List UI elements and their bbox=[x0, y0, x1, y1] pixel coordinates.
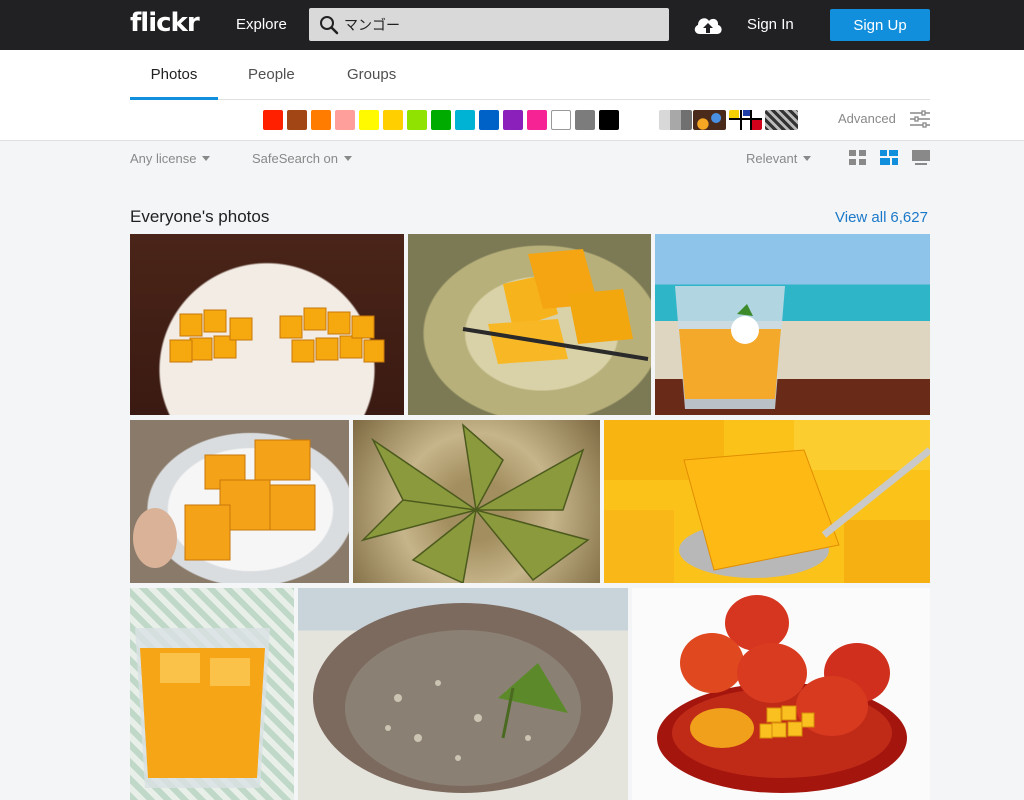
mango-cubes-icon bbox=[169, 307, 385, 363]
chevron-down-icon bbox=[344, 156, 353, 161]
color-swatch[interactable] bbox=[335, 110, 355, 130]
advanced-settings-icon[interactable] bbox=[910, 110, 930, 128]
view-all-link[interactable]: View all 6,627 bbox=[831, 209, 928, 226]
mangoes-icon bbox=[657, 595, 907, 793]
photo-mango-hand-plate[interactable] bbox=[130, 420, 349, 583]
explore-link[interactable]: Explore bbox=[236, 16, 287, 33]
photo-mango-pudding-beach[interactable] bbox=[655, 234, 930, 415]
mango-spoon-icon bbox=[604, 420, 930, 583]
color-swatch[interactable] bbox=[479, 110, 499, 130]
safesearch-dropdown[interactable]: SafeSearch on bbox=[252, 151, 353, 166]
mango-pieces-icon bbox=[133, 439, 316, 568]
photo-mango-leaves[interactable] bbox=[353, 420, 600, 583]
color-swatch[interactable] bbox=[455, 110, 475, 130]
style-black-white[interactable] bbox=[659, 110, 692, 130]
tab-photos[interactable]: Photos bbox=[130, 50, 218, 100]
leaves-icon bbox=[360, 423, 590, 583]
photo-mango-seedling[interactable] bbox=[298, 588, 628, 800]
color-swatch[interactable] bbox=[431, 110, 451, 130]
pudding-glass-icon bbox=[675, 286, 785, 409]
upload-cloud-icon[interactable] bbox=[692, 12, 724, 38]
sign-up-button[interactable]: Sign Up bbox=[830, 9, 930, 41]
color-swatch[interactable] bbox=[359, 110, 379, 130]
style-minimalist[interactable] bbox=[729, 110, 762, 130]
search-tabs: Photos People Groups bbox=[130, 50, 930, 100]
search-box[interactable] bbox=[309, 8, 669, 41]
justified-view-icon[interactable] bbox=[880, 150, 898, 166]
search-input[interactable] bbox=[344, 8, 664, 41]
mango-drink-glass-icon bbox=[135, 628, 270, 788]
sort-label: Relevant bbox=[746, 151, 798, 166]
license-dropdown[interactable]: Any license bbox=[130, 151, 211, 166]
style-shallow-depth[interactable] bbox=[693, 110, 726, 130]
color-swatch[interactable] bbox=[407, 110, 427, 130]
flickr-logo[interactable]: flickr bbox=[130, 8, 200, 38]
photo-mango-plate[interactable] bbox=[130, 234, 404, 415]
chevron-down-icon bbox=[803, 156, 812, 161]
color-swatch[interactable] bbox=[263, 110, 283, 130]
section-title: Everyone's photos bbox=[130, 207, 270, 226]
chevron-down-icon bbox=[202, 156, 211, 161]
photo-mango-spoon[interactable] bbox=[604, 420, 930, 583]
color-swatch[interactable] bbox=[311, 110, 331, 130]
filter-row: Any license SafeSearch on Relevant bbox=[0, 141, 1024, 181]
search-icon[interactable] bbox=[319, 15, 339, 35]
advanced-link[interactable]: Advanced bbox=[838, 111, 896, 126]
tab-groups[interactable]: Groups bbox=[347, 50, 396, 100]
style-patterns[interactable] bbox=[765, 110, 798, 130]
top-bar: flickr Explore Sign In Sign Up bbox=[0, 0, 1024, 50]
color-swatch[interactable] bbox=[287, 110, 307, 130]
sort-dropdown[interactable]: Relevant bbox=[746, 151, 812, 166]
photo-mango-bowl[interactable] bbox=[408, 234, 651, 415]
detail-view-icon[interactable] bbox=[912, 150, 930, 166]
photo-count: 6,627 bbox=[890, 209, 928, 226]
license-label: Any license bbox=[130, 151, 197, 166]
color-swatch[interactable] bbox=[527, 110, 547, 130]
color-swatch[interactable] bbox=[503, 110, 523, 130]
tab-people[interactable]: People bbox=[248, 50, 295, 100]
color-swatch[interactable] bbox=[383, 110, 403, 130]
mango-slices-icon bbox=[462, 249, 649, 364]
color-swatch[interactable] bbox=[575, 110, 595, 130]
grid-view-icon[interactable] bbox=[849, 150, 867, 166]
color-swatch[interactable] bbox=[599, 110, 619, 130]
color-swatch[interactable] bbox=[551, 110, 571, 130]
photo-mangoes-tray[interactable] bbox=[632, 588, 930, 800]
photo-mango-drink[interactable] bbox=[130, 588, 294, 800]
view-all-label: View all bbox=[835, 209, 887, 226]
safesearch-label: SafeSearch on bbox=[252, 151, 339, 166]
sign-in-link[interactable]: Sign In bbox=[747, 16, 794, 33]
seedling-pot-icon bbox=[313, 603, 613, 793]
